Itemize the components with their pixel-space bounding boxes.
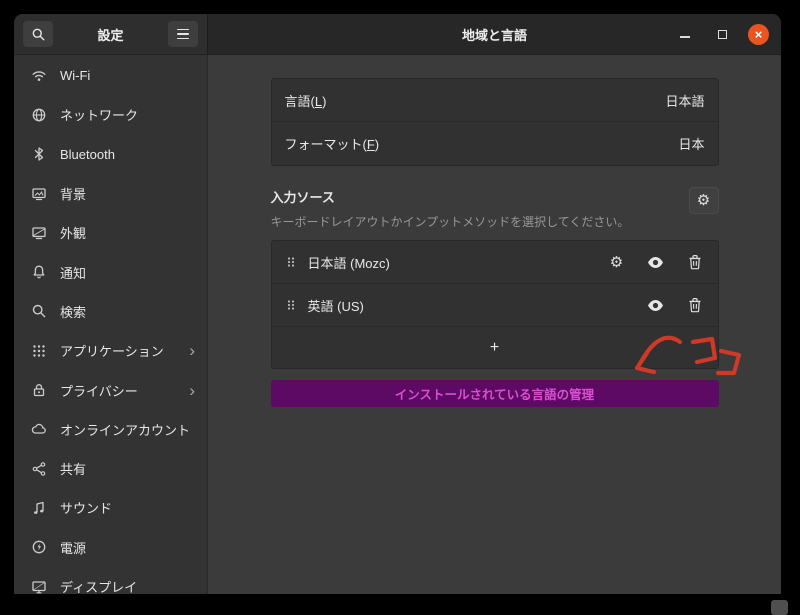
sidebar-item-background[interactable]: 背景	[14, 174, 207, 213]
background-icon	[31, 186, 47, 202]
close-button[interactable]: ×	[748, 24, 769, 45]
add-input-source-button[interactable]: +	[272, 327, 718, 368]
music-note-icon	[31, 500, 47, 516]
sidebar-item-label: ディスプレイ	[60, 577, 137, 594]
sidebar-item-privacy[interactable]: プライバシー ›	[14, 370, 207, 409]
bell-icon	[31, 264, 47, 280]
eye-icon	[647, 299, 664, 312]
manage-installed-languages-button[interactable]: インストールされている言語の管理	[271, 380, 719, 407]
bluetooth-icon	[31, 146, 47, 162]
sidebar-item-label: ネットワーク	[60, 105, 138, 124]
sidebar-item-appearance[interactable]: 外観	[14, 213, 207, 252]
titlebar-main-section: 地域と言語 ×	[208, 14, 781, 55]
sidebar-item-label: 共有	[60, 459, 86, 478]
apps-grid-icon	[31, 343, 47, 359]
page-title: 地域と言語	[462, 25, 527, 44]
app-title: 設定	[97, 25, 123, 44]
power-icon	[31, 539, 47, 555]
input-source-view-layout-button[interactable]	[647, 296, 665, 314]
chevron-right-icon: ›	[189, 342, 195, 359]
sidebar-item-label: アプリケーション	[60, 341, 164, 360]
input-source-settings-button[interactable]: ⚙	[608, 253, 626, 271]
menu-button[interactable]	[168, 21, 198, 47]
input-sources-list: 日本語 (Mozc) ⚙	[271, 240, 719, 369]
window-body: Wi-Fi ネットワーク Bluetooth	[14, 55, 781, 594]
input-source-remove-button[interactable]	[686, 253, 704, 271]
input-source-view-layout-button[interactable]	[647, 253, 665, 271]
hamburger-icon	[177, 29, 189, 40]
search-button[interactable]	[23, 21, 53, 47]
sidebar-item-label: 外観	[60, 223, 86, 242]
sidebar-item-network[interactable]: ネットワーク	[14, 95, 207, 134]
sidebar-item-display[interactable]: ディスプレイ	[14, 567, 207, 594]
desktop-fragment	[771, 600, 788, 615]
minimize-button[interactable]	[674, 23, 696, 45]
maximize-icon	[718, 30, 727, 39]
sidebar-item-label: オンラインアカウント	[60, 420, 190, 439]
sidebar-item-search[interactable]: 検索	[14, 292, 207, 331]
sidebar-item-label: Bluetooth	[60, 147, 115, 162]
sidebar-item-online-accounts[interactable]: オンラインアカウント	[14, 410, 207, 449]
cloud-icon	[31, 421, 47, 437]
language-row[interactable]: 言語(L) 日本語	[272, 79, 718, 122]
input-source-row-english-us[interactable]: 英語 (US)	[272, 284, 718, 327]
sidebar-item-label: Wi-Fi	[60, 68, 90, 83]
sidebar-item-label: プライバシー	[60, 381, 138, 400]
sidebar: Wi-Fi ネットワーク Bluetooth	[14, 55, 208, 594]
display-icon	[31, 579, 47, 595]
gear-icon: ⚙	[697, 193, 710, 208]
minimize-icon	[680, 36, 690, 38]
drag-handle-icon[interactable]	[286, 254, 296, 270]
sidebar-item-applications[interactable]: アプリケーション ›	[14, 331, 207, 370]
titlebar: 設定 地域と言語 ×	[14, 14, 781, 55]
drag-handle-icon[interactable]	[286, 297, 296, 313]
lock-icon	[31, 382, 47, 398]
share-icon	[31, 461, 47, 477]
language-format-card: 言語(L) 日本語 フォーマット(F) 日本	[271, 78, 719, 166]
input-source-remove-button[interactable]	[686, 296, 704, 314]
sidebar-item-bluetooth[interactable]: Bluetooth	[14, 135, 207, 174]
format-value: 日本	[678, 134, 704, 153]
input-sources-subtitle: キーボードレイアウトかインプットメソッドを選択してください。	[271, 213, 630, 230]
chevron-right-icon: ›	[189, 382, 195, 399]
sidebar-item-label: サウンド	[60, 498, 112, 517]
trash-icon	[688, 254, 702, 270]
sidebar-item-wifi[interactable]: Wi-Fi	[14, 56, 207, 95]
maximize-button[interactable]	[711, 23, 733, 45]
wifi-icon	[31, 68, 47, 84]
titlebar-sidebar-section: 設定	[14, 14, 208, 55]
input-source-label: 日本語 (Mozc)	[308, 253, 390, 272]
eye-icon	[647, 256, 664, 269]
region-language-panel: 言語(L) 日本語 フォーマット(F) 日本 入力ソース キーボードレイアウトか…	[208, 55, 781, 594]
desktop: 設定 地域と言語 ×	[0, 0, 800, 615]
plus-icon: +	[490, 339, 499, 357]
input-source-row-japanese-mozc[interactable]: 日本語 (Mozc) ⚙	[272, 241, 718, 284]
sidebar-item-power[interactable]: 電源	[14, 528, 207, 567]
input-sources-title: 入力ソース	[271, 187, 630, 206]
search-icon	[31, 27, 46, 42]
settings-window: 設定 地域と言語 ×	[14, 14, 781, 594]
language-label: 言語(L)	[285, 91, 327, 110]
sidebar-item-notifications[interactable]: 通知	[14, 252, 207, 291]
gear-icon: ⚙	[610, 255, 623, 270]
sidebar-item-label: 電源	[60, 538, 86, 557]
sidebar-item-sharing[interactable]: 共有	[14, 449, 207, 488]
language-value: 日本語	[665, 91, 704, 110]
search-icon	[31, 303, 47, 319]
input-source-label: 英語 (US)	[308, 296, 364, 315]
globe-icon	[31, 107, 47, 123]
sidebar-item-label: 背景	[60, 184, 86, 203]
sidebar-item-sound[interactable]: サウンド	[14, 488, 207, 527]
format-label: フォーマット(F)	[285, 134, 380, 153]
input-sources-options-button[interactable]: ⚙	[689, 187, 719, 214]
window-controls: ×	[674, 23, 781, 45]
sidebar-item-label: 検索	[60, 302, 86, 321]
format-row[interactable]: フォーマット(F) 日本	[272, 122, 718, 165]
appearance-icon	[31, 225, 47, 241]
sidebar-item-label: 通知	[60, 263, 86, 282]
trash-icon	[688, 297, 702, 313]
input-sources-header: 入力ソース キーボードレイアウトかインプットメソッドを選択してください。 ⚙	[271, 187, 719, 230]
